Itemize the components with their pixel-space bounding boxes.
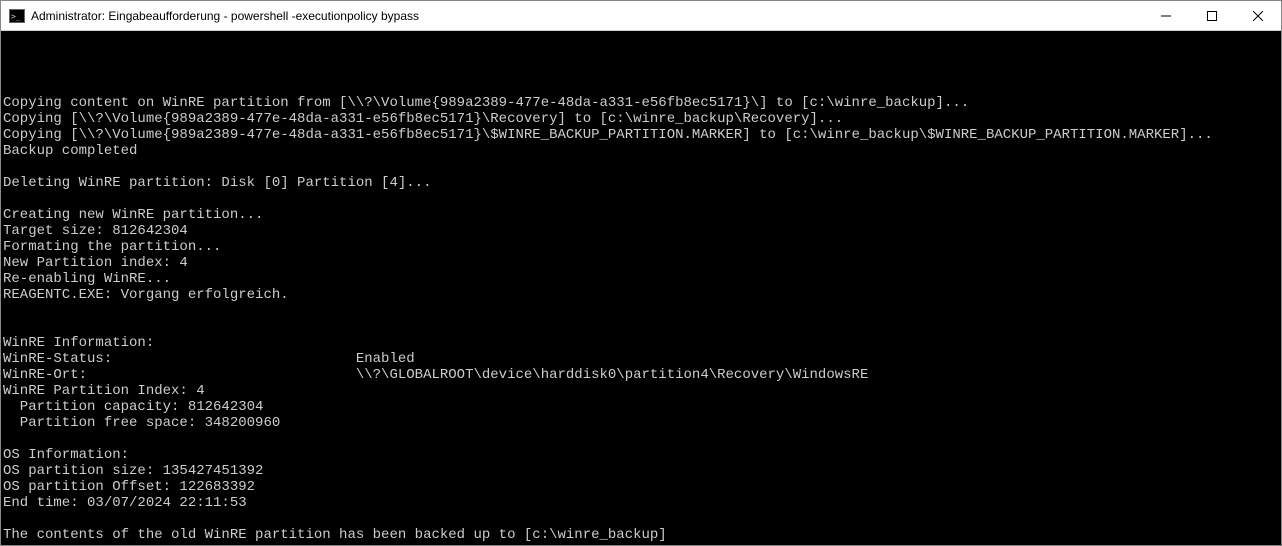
close-button[interactable] (1235, 1, 1281, 30)
terminal-line (3, 191, 1279, 207)
terminal-line (3, 319, 1279, 335)
terminal-line (3, 303, 1279, 319)
terminal-line: Partition capacity: 812642304 (3, 399, 1279, 415)
terminal-line (3, 79, 1279, 95)
terminal-line: End time: 03/07/2024 22:11:53 (3, 495, 1279, 511)
window-controls (1143, 1, 1281, 30)
cmd-icon: >_ (9, 8, 25, 24)
minimize-button[interactable] (1143, 1, 1189, 30)
terminal-line: Copying [\\?\Volume{989a2389-477e-48da-a… (3, 111, 1279, 127)
terminal-line: OS partition size: 135427451392 (3, 463, 1279, 479)
terminal-line: REAGENTC.EXE: Vorgang erfolgreich. (3, 287, 1279, 303)
terminal-line: WinRE Partition Index: 4 (3, 383, 1279, 399)
terminal-line: OS partition Offset: 122683392 (3, 479, 1279, 495)
terminal-line (3, 511, 1279, 527)
titlebar[interactable]: >_ Administrator: Eingabeaufforderung - … (1, 1, 1281, 31)
terminal-line: New Partition index: 4 (3, 255, 1279, 271)
terminal-line: WinRE-Ort: \\?\GLOBALROOT\device\harddis… (3, 367, 1279, 383)
terminal-line (3, 543, 1279, 545)
maximize-button[interactable] (1189, 1, 1235, 30)
terminal-line: Formating the partition... (3, 239, 1279, 255)
window-title: Administrator: Eingabeaufforderung - pow… (31, 9, 1143, 23)
svg-text:>_: >_ (11, 12, 21, 21)
terminal-line: Re-enabling WinRE... (3, 271, 1279, 287)
terminal-line: Copying content on WinRE partition from … (3, 95, 1279, 111)
terminal-line: WinRE-Status: Enabled (3, 351, 1279, 367)
terminal-line: Partition free space: 348200960 (3, 415, 1279, 431)
terminal-line: OS Information: (3, 447, 1279, 463)
terminal-line: WinRE Information: (3, 335, 1279, 351)
terminal-line: Creating new WinRE partition... (3, 207, 1279, 223)
terminal-line: Target size: 812642304 (3, 223, 1279, 239)
terminal-line: Copying [\\?\Volume{989a2389-477e-48da-a… (3, 127, 1279, 143)
terminal-line (3, 431, 1279, 447)
terminal-line (3, 159, 1279, 175)
terminal-line: Deleting WinRE partition: Disk [0] Parti… (3, 175, 1279, 191)
terminal-line: The contents of the old WinRE partition … (3, 527, 1279, 543)
terminal-output[interactable]: Copying content on WinRE partition from … (1, 31, 1281, 545)
command-prompt-window: >_ Administrator: Eingabeaufforderung - … (0, 0, 1282, 546)
terminal-line: Backup completed (3, 143, 1279, 159)
terminal-line (3, 63, 1279, 79)
